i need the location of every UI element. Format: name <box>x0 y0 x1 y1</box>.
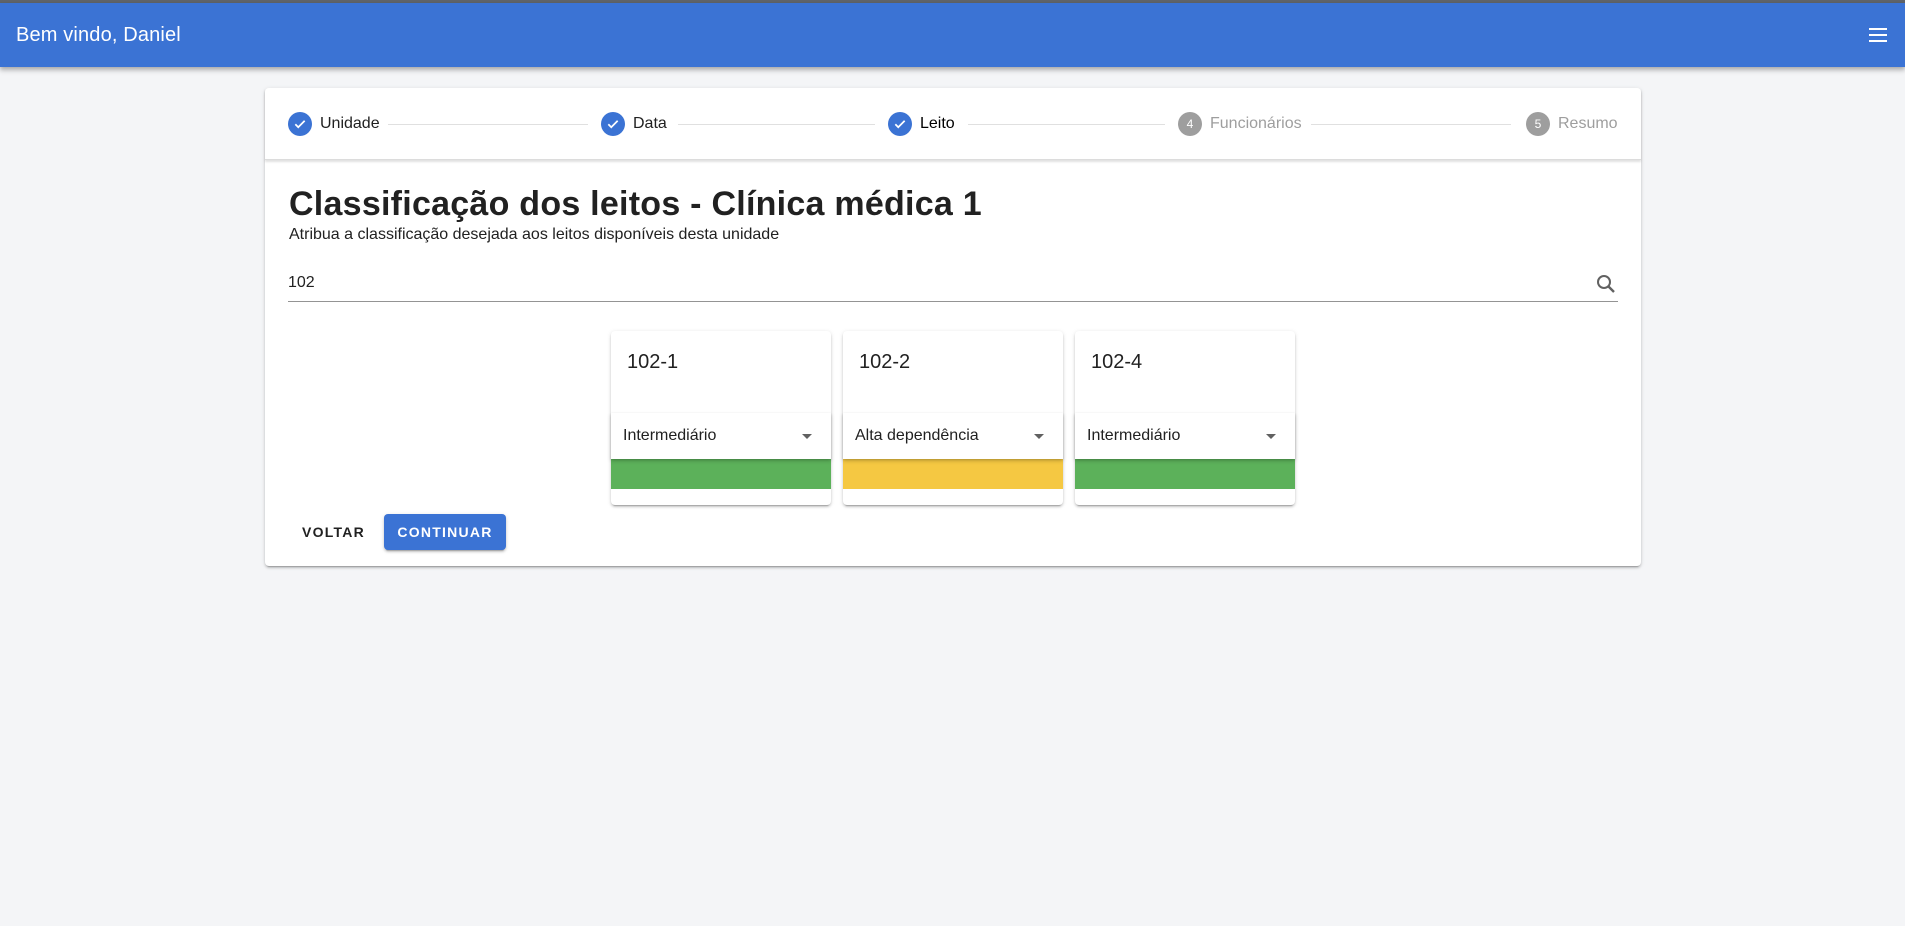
dropdown-arrow-icon <box>795 424 819 448</box>
check-circle-icon <box>601 112 625 136</box>
bed-name: 102-1 <box>627 351 679 373</box>
bed-card: 102-4 Intermediário <box>1075 331 1295 505</box>
step-resumo[interactable]: 5 Resumo <box>1526 112 1618 136</box>
bed-name: 102-2 <box>859 351 911 373</box>
bed-card: 102-2 Alta dependência <box>843 331 1063 505</box>
classification-color-bar <box>1075 459 1295 489</box>
step-connector <box>678 124 875 125</box>
search-field <box>288 266 1618 302</box>
classification-select[interactable]: Intermediário <box>1075 413 1295 459</box>
classification-value: Alta dependência <box>855 427 979 444</box>
dropdown-arrow-icon <box>1259 424 1283 448</box>
step-label: Unidade <box>320 115 380 132</box>
content-area: Classificação dos leitos - Clínica médic… <box>265 160 1641 244</box>
step-number-badge: 4 <box>1178 112 1202 136</box>
step-connector <box>968 124 1165 125</box>
stepper: Unidade Data Leito 4 Funcionários 5 Resu… <box>265 88 1641 160</box>
step-connector <box>1311 124 1511 125</box>
bed-name: 102-4 <box>1091 351 1143 373</box>
step-funcionarios[interactable]: 4 Funcionários <box>1178 112 1302 136</box>
step-number-badge: 5 <box>1526 112 1550 136</box>
step-label: Data <box>633 115 667 132</box>
step-data[interactable]: Data <box>601 112 667 136</box>
classification-select[interactable]: Alta dependência <box>843 413 1063 459</box>
step-unidade[interactable]: Unidade <box>288 112 380 136</box>
step-connector <box>388 124 588 125</box>
bed-classification-card: Unidade Data Leito 4 Funcionários 5 Resu… <box>265 88 1641 566</box>
classification-color-bar <box>611 459 831 489</box>
check-circle-icon <box>288 112 312 136</box>
classification-value: Intermediário <box>1087 427 1181 444</box>
step-label: Funcionários <box>1210 115 1302 132</box>
bed-card: 102-1 Intermediário <box>611 331 831 505</box>
dropdown-arrow-icon <box>1027 424 1051 448</box>
classification-select[interactable]: Intermediário <box>611 413 831 459</box>
menu-icon[interactable] <box>1849 15 1889 55</box>
search-input[interactable] <box>288 266 1578 300</box>
check-circle-icon <box>888 112 912 136</box>
classification-value: Intermediário <box>623 427 717 444</box>
search-icon[interactable] <box>1594 272 1618 296</box>
app-bar: Bem vindo, Daniel <box>0 3 1905 67</box>
continue-button[interactable]: CONTINUAR <box>384 514 506 550</box>
step-leito[interactable]: Leito <box>888 112 955 136</box>
page-subtitle: Atribua a classificação desejada aos lei… <box>289 226 780 243</box>
welcome-title: Bem vindo, Daniel <box>16 23 181 46</box>
step-label: Resumo <box>1558 115 1618 132</box>
classification-color-bar <box>843 459 1063 489</box>
step-label: Leito <box>920 115 955 132</box>
page-title: Classificação dos leitos - Clínica médic… <box>289 185 982 223</box>
back-button[interactable]: VOLTAR <box>289 514 378 550</box>
